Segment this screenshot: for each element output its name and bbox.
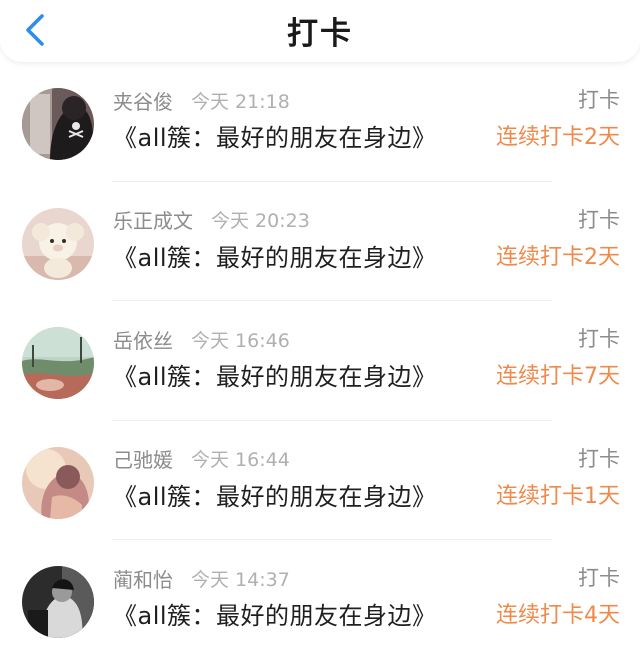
user-name[interactable]: 乐正成文: [113, 205, 193, 234]
checkin-item[interactable]: 乐正成文 今天 20:23 打卡 《all簇：最好的朋友在身边》 连续打卡2天: [0, 182, 640, 301]
checkin-item[interactable]: 岳依丝 今天 16:46 打卡 《all簇：最好的朋友在身边》 连续打卡7天: [0, 301, 640, 421]
streak-label: 连续打卡7天: [496, 364, 620, 389]
checkin-item[interactable]: 己驰媛 今天 16:44 打卡 《all簇：最好的朋友在身边》 连续打卡1天: [0, 421, 640, 540]
streak-label: 连续打卡1天: [496, 483, 620, 509]
top-bar: 打卡: [0, 0, 640, 62]
checkin-button[interactable]: 打卡: [578, 564, 620, 592]
user-name[interactable]: 己驰媛: [113, 444, 173, 473]
checkin-item[interactable]: 夹谷俊 今天 21:18 打卡 《all簇：最好的朋友在身边》 连续打卡2天: [0, 62, 640, 182]
avatar[interactable]: [22, 327, 94, 399]
checkin-button[interactable]: 打卡: [578, 206, 620, 234]
page-title: 打卡: [287, 16, 353, 52]
streak-label: 连续打卡2天: [496, 125, 620, 150]
checkin-time: 今天 21:18: [191, 90, 290, 113]
book-title[interactable]: 《all簇：最好的朋友在身边》: [113, 598, 437, 634]
avatar[interactable]: [22, 207, 94, 280]
user-name[interactable]: 岳依丝: [113, 325, 173, 354]
checkin-time: 今天 16:44: [191, 449, 290, 471]
user-name[interactable]: 蔺和怡: [113, 564, 173, 593]
user-name[interactable]: 夹谷俊: [113, 86, 173, 115]
streak-label: 连续打卡2天: [496, 244, 620, 270]
book-title[interactable]: 《all簇：最好的朋友在身边》: [113, 479, 437, 515]
checkin-time: 今天 14:37: [191, 568, 290, 591]
avatar[interactable]: [22, 566, 94, 638]
book-title[interactable]: 《all簇：最好的朋友在身边》: [113, 120, 437, 156]
book-title[interactable]: 《all簇：最好的朋友在身边》: [113, 359, 437, 395]
checkin-button[interactable]: 打卡: [578, 325, 620, 353]
checkin-button[interactable]: 打卡: [578, 445, 620, 473]
checkin-item[interactable]: 蔺和怡 今天 14:37 打卡 《all簇：最好的朋友在身边》 连续打卡4天: [0, 540, 640, 660]
streak-label: 连续打卡4天: [496, 603, 620, 628]
checkin-time: 今天 20:23: [211, 210, 310, 232]
checkin-list: 夹谷俊 今天 21:18 打卡 《all簇：最好的朋友在身边》 连续打卡2天 乐…: [0, 62, 640, 660]
avatar[interactable]: [22, 88, 94, 160]
avatar[interactable]: [22, 446, 94, 519]
checkin-button[interactable]: 打卡: [578, 86, 620, 114]
book-title[interactable]: 《all簇：最好的朋友在身边》: [113, 240, 437, 276]
checkin-time: 今天 16:46: [191, 329, 290, 352]
